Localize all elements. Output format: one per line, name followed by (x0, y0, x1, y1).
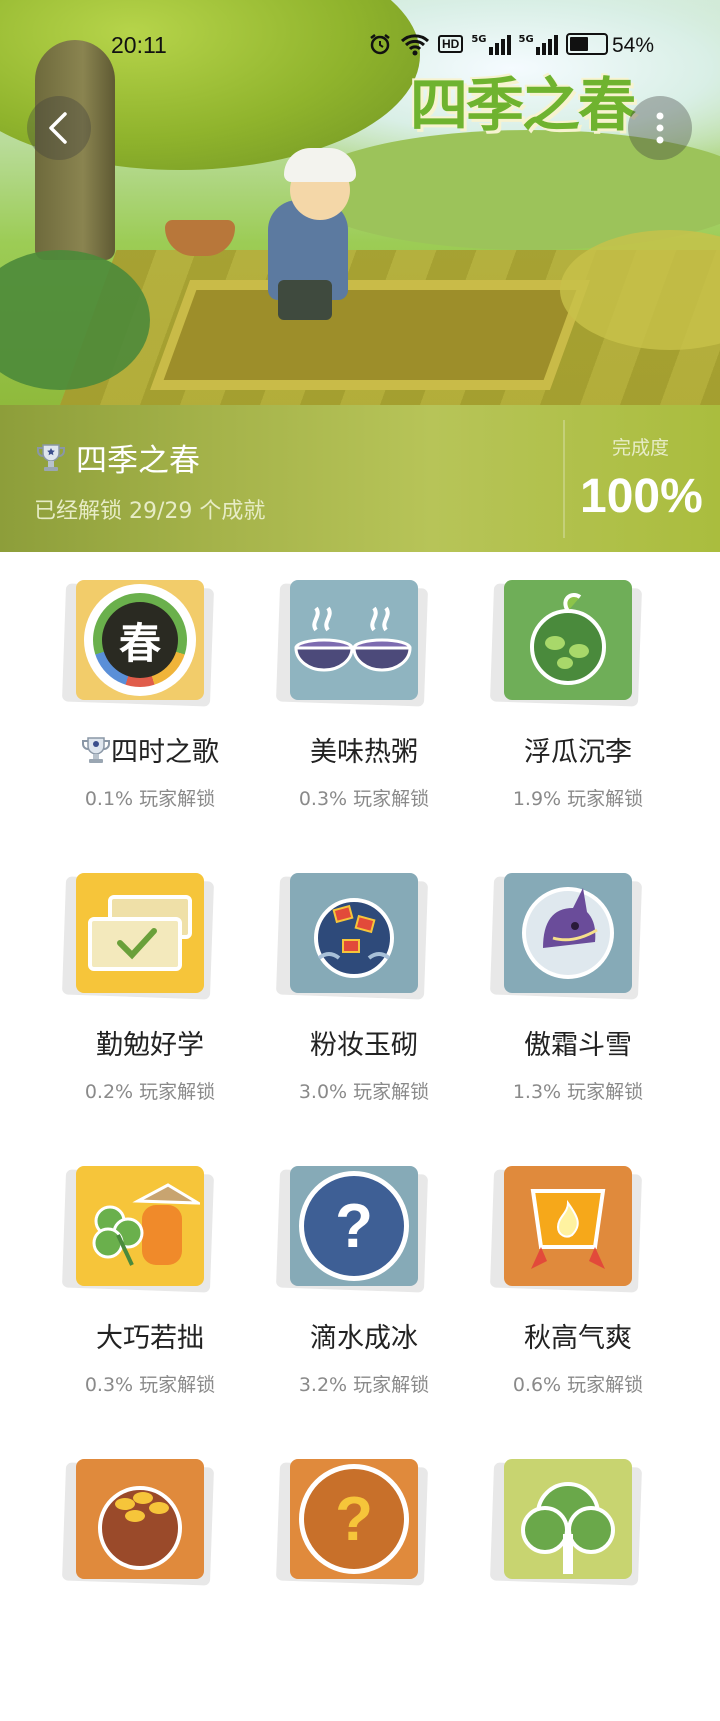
achievement-name: 浮瓜沉李 (524, 737, 632, 768)
badge-frame: ? (275, 1459, 429, 1586)
question-glyph: ? (335, 1191, 373, 1261)
status-time: 20:11 (111, 32, 167, 58)
achievement-card[interactable]: 浮瓜沉李 1.9% 玩家解锁 (478, 552, 678, 842)
hero-logo: 四季之春 (410, 71, 636, 139)
achievement-card[interactable]: 大巧若拙 0.3% 玩家解锁 (50, 1138, 250, 1428)
achievement-name: 勤勉好学 (96, 1030, 204, 1061)
badge-frame: ? (275, 1166, 429, 1293)
flame-cup-icon (504, 1166, 632, 1286)
back-button[interactable] (27, 96, 91, 160)
status-icons: HD 5G 5G (368, 32, 608, 56)
badge-frame (61, 1166, 215, 1293)
hot-porridge-bowls-icon (290, 580, 418, 700)
badge-frame (489, 580, 643, 707)
completion-value: 100% (580, 470, 703, 523)
harvest-basket-icon (76, 1459, 204, 1579)
achievement-summary: 四季之春 已经解锁 29/29 个成就 完成度 100% (0, 405, 720, 552)
signal-5g-1-label: 5G (471, 34, 487, 45)
status-bar: 20:11 HD 5G 5G 54% (0, 28, 720, 68)
more-options-button[interactable] (628, 96, 692, 160)
achievement-card[interactable]: 春 四时之歌 0.1% 玩家解锁 (50, 552, 250, 842)
badge-frame (489, 873, 643, 1000)
achievement-card[interactable]: 傲霜斗雪 1.3% 玩家解锁 (478, 845, 678, 1135)
summary-title: 四季之春 (76, 443, 200, 479)
spring-wreath-icon: 春 (76, 580, 204, 700)
hero-plot (149, 280, 591, 390)
achievement-rate: 0.3% 玩家解锁 (84, 1374, 216, 1396)
chevron-left-icon (49, 112, 67, 144)
completion-label: 完成度 (612, 437, 670, 459)
wreath-disc: 春 (102, 602, 178, 678)
wreath-center: 春 (93, 593, 187, 687)
achievement-card[interactable] (50, 1431, 250, 1721)
badge-frame (489, 1459, 643, 1586)
wreath-ring: 春 (84, 584, 196, 696)
achievement-name: 美味热粥 (310, 737, 418, 768)
question-disc: ? (299, 1171, 409, 1281)
badge-frame (61, 1459, 215, 1586)
hd-icon: HD (438, 35, 464, 53)
green-tree-icon (504, 1459, 632, 1579)
achievement-rate: 0.3% 玩家解锁 (298, 788, 430, 810)
more-vertical-icon (656, 112, 664, 144)
achievement-card[interactable]: 美味热粥 0.3% 玩家解锁 (264, 552, 464, 842)
achievement-rate: 1.9% 玩家解锁 (512, 788, 644, 810)
achievement-name: 粉妆玉砌 (310, 1030, 418, 1061)
achievement-card[interactable]: ? 滴水成冰 3.2% 玩家解锁 (264, 1138, 464, 1428)
badge-frame (275, 873, 429, 1000)
badge-frame: 春 (61, 580, 215, 707)
wifi-icon (400, 34, 430, 56)
summary-title-row: 四季之春 (36, 435, 200, 480)
signal-5g-2-label: 5G (518, 34, 534, 45)
achievement-card[interactable] (478, 1431, 678, 1721)
clover-farmer-icon (76, 1166, 204, 1286)
achievement-card[interactable]: 粉妆玉砌 3.0% 玩家解锁 (264, 845, 464, 1135)
achievement-name: 四时之歌 (111, 737, 219, 768)
achievement-rate: 0.1% 玩家解锁 (84, 788, 216, 810)
summary-divider (563, 420, 565, 538)
summary-subtitle: 已经解锁 29/29 个成就 (34, 499, 266, 524)
achievement-card[interactable]: 秋高气爽 0.6% 玩家解锁 (478, 1138, 678, 1428)
achievement-rate: 0.2% 玩家解锁 (84, 1081, 216, 1103)
achievement-name: 大巧若拙 (96, 1323, 204, 1354)
hidden-question-icon: ? (290, 1166, 418, 1286)
hero-farmer-hat (284, 148, 356, 182)
achievement-name: 秋高气爽 (524, 1323, 632, 1354)
badge-frame (489, 1166, 643, 1293)
achievement-card[interactable]: 勤勉好学 0.2% 玩家解锁 (50, 845, 250, 1135)
achievement-name: 滴水成冰 (310, 1323, 418, 1354)
achievement-rate: 0.6% 玩家解锁 (512, 1374, 644, 1396)
spring-glyph: 春 (118, 618, 161, 668)
trophy-small-icon (81, 735, 111, 772)
question-glyph: ? (335, 1484, 373, 1554)
achievement-rate: 3.2% 玩家解锁 (298, 1374, 430, 1396)
hidden-question-icon: ? (290, 1459, 418, 1579)
achievement-name: 傲霜斗雪 (524, 1030, 632, 1061)
battery-icon (565, 33, 608, 55)
signal-5g-1-icon: 5G (471, 33, 511, 55)
question-disc: ? (299, 1464, 409, 1574)
snow-ornament-icon (290, 873, 418, 993)
trophy-icon (37, 443, 65, 471)
badge-frame (61, 873, 215, 1000)
badge-frame (275, 580, 429, 707)
signal-5g-2-icon: 5G (519, 33, 558, 55)
hero-farmer-legs (278, 280, 332, 320)
achievement-card[interactable]: ? (264, 1431, 464, 1721)
green-melon-icon (504, 580, 632, 700)
achievement-name-row: 四时之歌 (50, 730, 250, 772)
checklist-icon (76, 873, 204, 993)
achievement-rate: 1.3% 玩家解锁 (512, 1081, 644, 1103)
achievement-rate: 3.0% 玩家解锁 (298, 1081, 430, 1103)
alarm-icon (370, 34, 390, 55)
purple-beast-icon (504, 873, 632, 993)
battery-percent: 54% (612, 34, 655, 57)
